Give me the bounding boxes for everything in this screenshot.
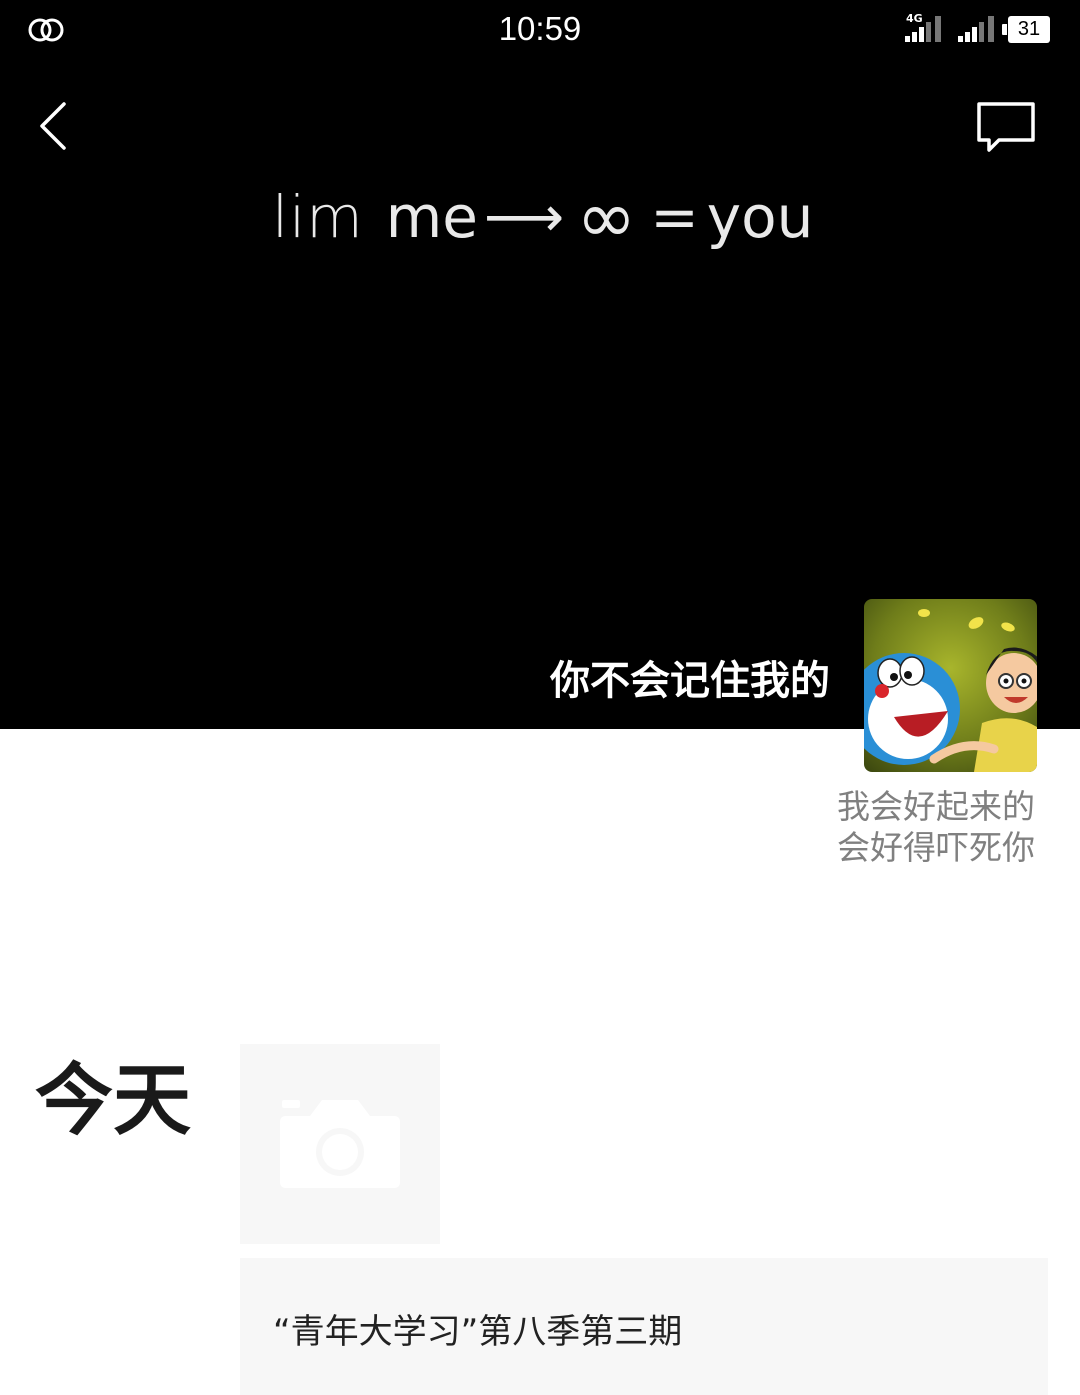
battery-level: 31 — [1017, 18, 1041, 40]
battery-indicator: 31 — [1002, 16, 1050, 43]
message-button[interactable] — [973, 98, 1039, 156]
formula-infinity: ∞ — [576, 175, 637, 259]
avatar[interactable] — [864, 599, 1037, 772]
formula-lim: lim — [272, 183, 364, 251]
comment-bubble-icon — [977, 102, 1035, 152]
signature-line-1: 我会好起来的 — [837, 787, 1035, 826]
feed-day-label: 今天 — [35, 1056, 192, 1146]
formula-arrow: ⟶ — [483, 184, 565, 250]
post-photo-button[interactable] — [240, 1044, 440, 1244]
back-button[interactable] — [30, 98, 80, 154]
formula-you: you — [706, 183, 814, 251]
formula-equals: = — [650, 183, 699, 251]
signal-strength-sim1-icon — [905, 16, 941, 42]
post-text: “青年大学习”第八季第三期 — [273, 1312, 683, 1352]
feed-post-item[interactable]: “青年大学习”第八季第三期 — [240, 1258, 1048, 1395]
chevron-left-icon — [40, 102, 66, 150]
cover-formula-text: lim me ⟶ ∞ = you — [272, 172, 813, 262]
profile-signature: 我会好起来的 会好得吓死你 — [675, 786, 1035, 868]
signature-line-2: 会好得吓死你 — [837, 828, 1035, 867]
formula-me: me — [385, 183, 478, 251]
status-bar: 10:59 4G 31 — [0, 0, 1080, 62]
signal-strength-sim2-icon — [958, 16, 994, 42]
camera-icon — [280, 1100, 400, 1188]
profile-nickname: 你不会记住我的 — [550, 658, 830, 704]
